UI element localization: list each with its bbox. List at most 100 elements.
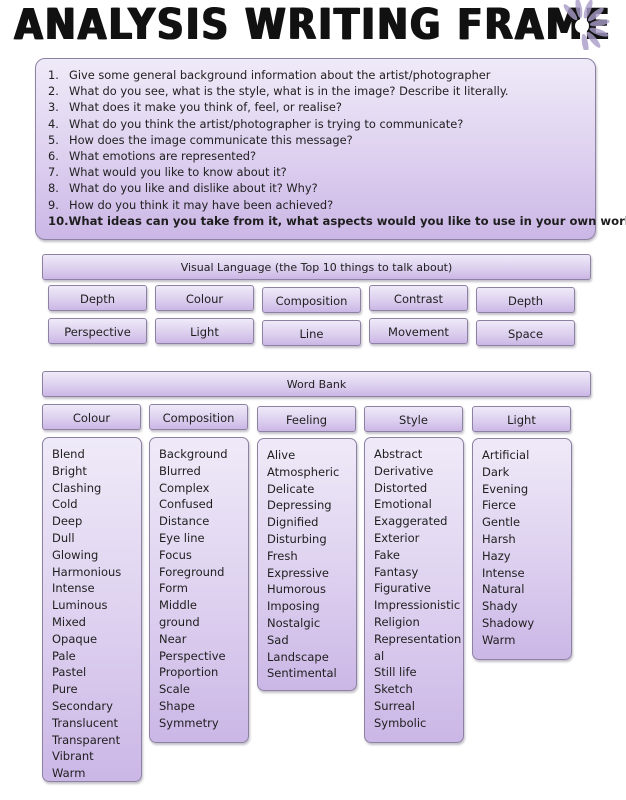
word-item: Pastel: [52, 665, 87, 680]
word-item: Alive: [267, 448, 296, 462]
word-bank-column-list: Background Blurred Complex Confused Distance…: [149, 437, 249, 743]
question-text: What do you see, what is the style, what…: [69, 84, 509, 99]
word-item: Surreal: [374, 698, 415, 713]
word-item: Exaggerated: [374, 514, 448, 529]
word-item: Symbolic: [374, 715, 427, 730]
question-item: 9. How do you think it may have been achi…: [48, 197, 595, 213]
word-item: Imposing: [267, 599, 320, 614]
word-item: Religion: [374, 614, 420, 629]
visual-language-chip: Light: [155, 318, 254, 344]
word-item: Shadowy: [482, 615, 535, 630]
word-item: Depressing: [267, 498, 332, 513]
word-item: Background: [159, 447, 228, 461]
visual-language-chip: Depth: [48, 285, 147, 311]
word-item: Fresh: [267, 548, 298, 563]
visual-language-chip: Movement: [369, 318, 468, 344]
word-item: Foreground: [159, 564, 225, 579]
question-number: 9.: [48, 197, 59, 212]
word-item: Translucent: [52, 715, 119, 730]
word-item: Shape: [159, 698, 196, 713]
word-item: Perspective: [159, 648, 226, 663]
question-number: 6.: [48, 149, 59, 164]
word-item: Distance: [159, 514, 210, 529]
flower-burst-icon: [563, 0, 610, 50]
word-item: Middle: [159, 598, 197, 613]
word-item: Landscape: [267, 649, 329, 664]
visual-language-chip: Depth: [476, 287, 575, 313]
questions-panel: 1. Give some general background informati…: [35, 58, 626, 240]
word-item: ground: [159, 614, 200, 629]
word-item: Artificial: [482, 448, 530, 462]
word-bank-column-header: Colour: [42, 404, 141, 430]
word-item: Luminous: [52, 598, 108, 613]
word-item: Symmetry: [159, 715, 219, 730]
word-item: Deep: [52, 514, 83, 529]
word-item: Pure: [52, 682, 78, 697]
word-bank-column-list: Alive Atmospheric Delicate Depressing Dignif…: [257, 438, 357, 691]
word-item: Form: [159, 581, 188, 596]
word-item: Sentimental: [267, 666, 337, 681]
word-item: Expressive: [267, 565, 329, 580]
word-item: Complex: [159, 480, 210, 495]
word-item: Evening: [482, 481, 529, 496]
question-number: 4.: [48, 116, 59, 131]
word-item: Clashing: [52, 480, 102, 495]
word-item: Gentle: [482, 515, 521, 530]
word-item: Intense: [52, 581, 95, 596]
word-item: Impressionistic: [374, 598, 461, 613]
question-item: 5. How does the image communicate this me…: [48, 132, 595, 148]
question-text: What does it make you think of, feel, or…: [69, 100, 342, 115]
question-item: 7. What would you like to know about it?: [48, 164, 595, 180]
word-item: Nostalgic: [267, 615, 321, 630]
question-item: 10.What ideas can you take from it, what…: [48, 213, 626, 229]
visual-language-chip: Colour: [155, 285, 254, 311]
word-item: Confused: [159, 497, 214, 512]
question-number: 10.: [48, 213, 69, 228]
word-item: Fierce: [482, 498, 516, 513]
word-bank-column-header: Composition: [149, 404, 248, 430]
word-item: Glowing: [52, 547, 99, 562]
word-item: Focus: [159, 547, 192, 562]
question-text: What ideas can you take from it, what as…: [68, 213, 626, 228]
visual-language-chip: Composition: [262, 287, 361, 313]
question-text: How does the image communicate this mess…: [69, 132, 353, 147]
word-item: Representation: [374, 631, 462, 646]
word-bank-column-list: Artificial Dark Evening Fierce Gentle Harsh Ha…: [472, 438, 572, 660]
visual-language-chip: Perspective: [48, 318, 147, 344]
visual-language-header: Visual Language (the Top 10 things to ta…: [42, 254, 591, 280]
question-item: 1. Give some general background informati…: [48, 67, 595, 83]
word-bank-column-header: Feeling: [257, 406, 356, 432]
question-number: 7.: [48, 165, 59, 180]
word-item: Dark: [482, 464, 510, 479]
word-item: Emotional: [374, 497, 432, 512]
word-item: Shady: [482, 599, 518, 614]
word-item: Delicate: [267, 481, 315, 496]
word-item: Still life: [374, 665, 417, 680]
question-text: What would you like to know about it?: [69, 165, 287, 180]
word-item: Sketch: [374, 682, 413, 697]
word-item: Scale: [159, 682, 190, 697]
word-item: Blend: [52, 447, 85, 461]
word-item: Disturbing: [267, 531, 327, 546]
question-text: How do you think it may have been achiev…: [69, 197, 334, 212]
visual-language-chip: Contrast: [369, 285, 468, 311]
word-item: Cold: [52, 497, 78, 512]
question-text: Give some general background information…: [69, 68, 491, 82]
word-item: Natural: [482, 582, 525, 597]
word-item: Hazy: [482, 548, 511, 563]
word-bank-column-header: Style: [364, 406, 463, 432]
question-item: 3. What does it make you think of, feel, …: [48, 99, 595, 115]
word-bank-column-list: Blend Bright Clashing Cold Deep Dull Glowing Ha…: [42, 437, 142, 782]
word-item: Fantasy: [374, 564, 419, 579]
word-item: Dull: [52, 530, 75, 545]
word-item: Bright: [52, 463, 87, 478]
question-text: What do you like and dislike about it? W…: [69, 181, 318, 196]
word-item: Figurative: [374, 581, 431, 596]
word-item: Warm: [482, 632, 516, 647]
question-number: 3.: [48, 100, 59, 115]
question-item: 4. What do you think the artist/photograp…: [48, 116, 595, 132]
word-bank-column-header: Light: [472, 406, 571, 432]
word-item: Intense: [482, 565, 525, 580]
word-item: Atmospheric: [267, 464, 340, 479]
word-item: Fake: [374, 547, 400, 562]
